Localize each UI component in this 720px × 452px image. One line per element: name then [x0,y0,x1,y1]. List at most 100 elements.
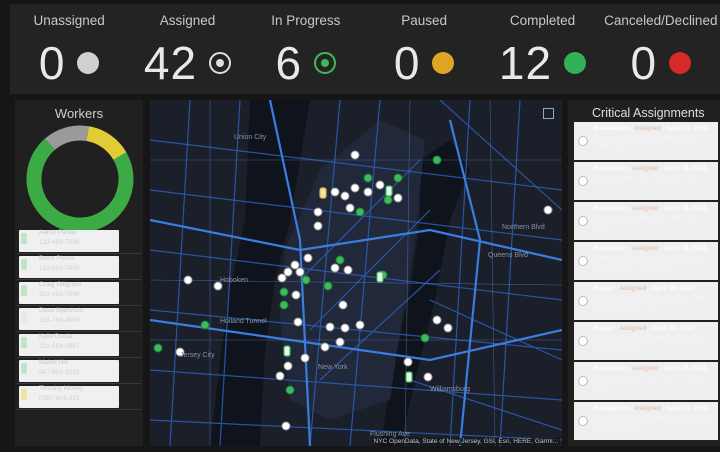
assignment-type: Inspection [594,165,627,172]
workers-title: Workers [54,106,104,121]
assignment-marker-icon [578,296,588,306]
assignment-item[interactable]: Repair - Assigned - April 20, 2018 Home … [568,322,720,362]
assignment-status: Assigned [619,285,647,292]
worker-phone: 987-654-3210 [39,369,80,376]
assignment-status: Assigned [633,405,661,412]
status-summary-bar: Unassigned 0 Assigned 42 In Progress 6 P… [10,4,720,94]
assignment-item[interactable]: Inspection - Assigned - April 18, 2018 M… [568,242,720,282]
assignment-date: April 18, 2018 [664,245,707,252]
worker-item[interactable]: Craig Gillgrass 321-456-7890 [17,280,141,306]
assignment-date: April 18, 2018 [666,125,709,132]
worker-status-icon [21,259,27,270]
critical-assignments-panel: Critical Assignments Installation - Assi… [568,100,720,446]
assignment-type: Repair [594,325,615,332]
worker-status-icon [21,285,27,296]
assignment-marker-icon [578,336,588,346]
assignment-status: Assigned [631,205,659,212]
worker-status-icon [21,389,27,400]
worker-item[interactable]: Aaron Parker 123-456-7890 [17,228,141,254]
map-label: Queens Blvd [488,252,529,259]
worker-status-icon [21,363,27,374]
in-progress-ring-icon [314,52,337,74]
donut-segment-yellow[interactable] [86,125,127,164]
critical-assignments-list: Installation - Assigned - April 18, 2018… [568,122,720,442]
canceled-dot-icon [669,52,692,74]
assignment-marker-icon [578,176,588,186]
map-fullscreen-icon[interactable] [543,108,554,119]
assignment-item[interactable]: Installation - Assigned - April 20, 2018… [568,402,720,442]
worker-name: Dave Nyenhuis [39,307,84,314]
worker-status-icon [21,337,27,348]
assignment-marker-icon [578,256,588,266]
stat-unassigned[interactable]: Unassigned 0 [10,4,128,94]
assignment-date: April 19, 2018 [652,285,695,292]
worker-phone: 123-654-7890 [39,265,80,272]
stat-canceled-declined[interactable]: Canceled/Declined 0 [602,4,720,94]
workers-panel: Workers Aaron Parker 123-456-7890 Brent … [15,100,143,446]
stat-paused[interactable]: Paused 0 [365,4,483,94]
stat-completed[interactable]: Completed 12 [483,4,601,94]
stat-value: 0 [393,37,421,89]
worker-name: Aaron Parker [39,229,78,236]
stat-label: Completed [509,13,576,28]
worker-name: Craig Gillgrass [39,281,82,288]
assignment-marker-icon [578,216,588,226]
worker-item[interactable]: Mabel Nio 987-654-3210 [17,358,141,384]
assignment-item[interactable]: Inspection - Assigned - April 18, 2018 8… [568,162,720,202]
assignment-status: Assigned [619,325,647,332]
worker-status-icon [21,311,27,322]
assignment-status: Assigned [633,125,661,132]
assignment-type: Inspection [594,245,627,252]
assignment-item[interactable]: Installation - Assigned - April 18, 2018… [568,122,720,162]
assignment-date: April 20, 2018 [666,405,709,412]
assignment-address: 414-932 3rd Ave, New York, NY 10022, USA [594,375,707,390]
assignment-status: Assigned [631,365,659,372]
worker-item[interactable]: Dave Nyenhuis 321-789-4560 [17,306,141,332]
worker-name: Kylie Donia [39,333,72,340]
stat-in-progress[interactable]: In Progress 6 [247,4,365,94]
assignment-type: Inspection [594,365,627,372]
assignment-marker-icon [578,136,588,146]
map-canvas[interactable] [150,100,562,446]
workers-donut-chart[interactable] [25,124,135,234]
map-label: Union City [234,134,267,141]
stat-assigned[interactable]: Assigned 42 [128,4,246,94]
assignment-address: Manhattan Stone Industry, 195 Bowery, Ne… [594,255,708,270]
assignment-address: 8th Ave, New York, NY 10011, USA [594,175,696,182]
assignment-marker-icon [578,376,588,386]
assignment-type: Repair [594,285,615,292]
worker-name: Timothy Money [39,385,84,392]
worker-list: Aaron Parker 123-456-7890 Brent Pierce 1… [17,228,141,410]
worker-item[interactable]: Brent Pierce 123-654-7890 [17,254,141,280]
critical-assignments-title: Critical Assignments [592,106,705,120]
assignments-map[interactable]: Union City Hoboken New York Williamsburg… [150,100,562,446]
worker-item[interactable]: Timothy Money 0987-654-321 [17,384,141,410]
stat-label: Paused [401,13,448,28]
stat-label: Assigned [159,13,216,28]
assignment-status: Assigned [631,245,659,252]
worker-name: Mabel Nio [39,359,69,366]
map-label: Northern Blvd [502,224,545,231]
worker-phone: 0987-654-321 [39,395,80,402]
assignment-item[interactable]: Inspection - Assigned - April 20, 2018 4… [568,362,720,402]
assignment-address: 421 Hudson St, New York, NY 10014, USA [594,215,703,230]
stat-label: In Progress [271,13,341,28]
worker-phone: 321-456-7890 [39,291,80,298]
assignment-type: Installation [594,125,629,132]
map-label: Hoboken [220,277,249,284]
donut-segment-gray[interactable] [45,125,89,153]
assignment-marker-icon [578,416,588,426]
worker-phone: 321-654-0987 [39,343,80,350]
map-label: Holland Tunnel [220,318,267,325]
donut-segment-green[interactable] [25,124,135,234]
stat-value: 6 [275,37,303,89]
stat-value: 12 [498,37,553,89]
assignment-date: April 20, 2018 [652,325,695,332]
completed-dot-icon [564,52,587,74]
stat-label: Unassigned [33,13,105,28]
worker-item[interactable]: Kylie Donia 321-654-0987 [17,332,141,358]
assignment-item[interactable]: Repair - Assigned - April 19, 2018 Nine … [568,282,720,322]
unassigned-dot-icon [77,52,100,74]
assignment-item[interactable]: Inspection - Assigned - April 18, 2018 4… [568,202,720,242]
assignment-type: Installation [594,405,629,412]
